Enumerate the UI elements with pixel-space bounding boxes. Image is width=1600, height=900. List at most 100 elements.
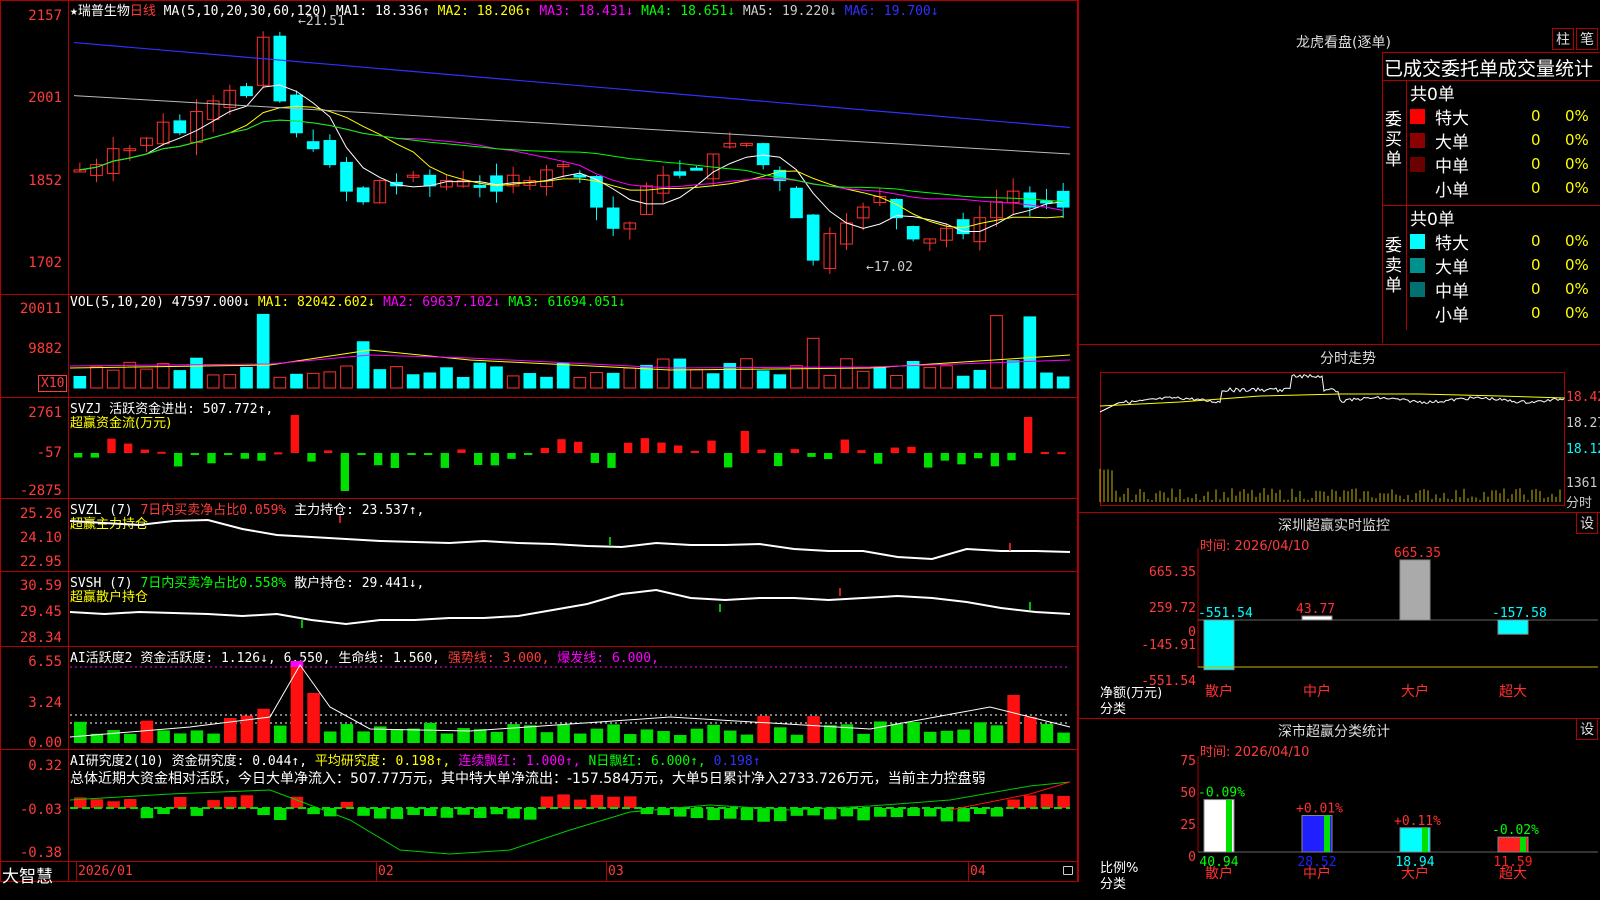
date-02[interactable]: 02 [378, 864, 394, 879]
fund-flow-bar [624, 442, 633, 453]
svzl-tick-2: 24.10 [19, 530, 62, 546]
activity-bar [674, 734, 687, 743]
fund-flow-bar [324, 450, 333, 453]
class-bar-accent [1422, 827, 1428, 852]
svsh-tick-3: 28.34 [19, 630, 62, 646]
volume-bar [223, 374, 237, 389]
research-bar [240, 795, 254, 808]
sz-class-settings-button[interactable]: 设 [1576, 718, 1598, 740]
buy-name: 中单 [1435, 156, 1469, 177]
fund-flow-bar [307, 453, 316, 462]
dragon-col-line [1406, 80, 1407, 330]
research-bar [257, 808, 270, 816]
date-tick-1 [76, 862, 77, 882]
activity-bar [290, 663, 304, 743]
volume-bar [1023, 316, 1037, 389]
fund-flow-bar [424, 453, 433, 455]
research-bar [1007, 799, 1020, 808]
sz-monitor-settings-button[interactable]: 设 [1576, 512, 1598, 534]
sz-class-tick-1: 75 [1180, 754, 1196, 769]
intraday-chart[interactable] [1099, 372, 1566, 506]
research-bar [874, 808, 887, 817]
ai-research-tick-2: -0.03 [19, 802, 62, 818]
ma5-line [79, 84, 1064, 232]
sell-name: 小单 [1435, 305, 1469, 326]
price-tick-3: 1852 [28, 173, 62, 189]
fund-flow-bar [1007, 453, 1016, 461]
price-tick-2: 2001 [28, 90, 62, 106]
candle-body [173, 120, 187, 134]
candle-body [340, 161, 353, 192]
activity-bar [1007, 695, 1020, 743]
fund-flow-bar [757, 449, 766, 453]
volume-bar [623, 367, 637, 389]
ai-research-tick-1: 0.32 [28, 758, 62, 774]
bar-mode-button[interactable]: 柱 [1552, 28, 1574, 50]
activity-bar [757, 715, 770, 743]
monitor-bar [1497, 619, 1529, 635]
monitor-bar [1203, 619, 1235, 671]
svzl-tick-1: 25.26 [19, 506, 62, 522]
activity-bar [774, 727, 787, 743]
candle-body [673, 171, 687, 176]
fund-flow-bar [374, 453, 383, 466]
monitor-bar-label: 43.77 [1296, 602, 1335, 617]
candle-body [806, 214, 820, 261]
ma30-line [79, 119, 1064, 203]
volume-bar [290, 373, 303, 389]
research-bar [907, 808, 920, 816]
monitor-bar [1399, 559, 1431, 621]
fund-flow-bar [857, 450, 866, 453]
svzj-tick-3: -2875 [19, 483, 62, 499]
candle-body [323, 140, 337, 166]
activity-bar [557, 724, 570, 743]
sz-class-tick-3: 25 [1180, 818, 1196, 833]
lock-icon[interactable] [1063, 866, 1073, 875]
fund-flow-bar [290, 415, 299, 453]
class-category-label: 散户 [1205, 865, 1233, 882]
fund-flow-bar [490, 453, 499, 466]
activity-bar [790, 734, 804, 743]
sz-class-xlabel: 分类 [1100, 877, 1127, 892]
pen-mode-button[interactable]: 笔 [1576, 28, 1598, 50]
research-bar [374, 808, 387, 819]
activity-bar [1057, 732, 1070, 743]
volume-bar [356, 341, 370, 389]
research-bar [757, 808, 770, 822]
volume-bar [606, 372, 620, 389]
intraday-tick-3: 18.12 [1566, 442, 1600, 457]
buy-row: 小单 0 0% [1410, 176, 1600, 201]
sell-pct: 0% [1565, 280, 1589, 298]
sell-row: 特大 0 0% [1410, 229, 1600, 254]
volume-bar [840, 358, 853, 389]
sell-swatch [1410, 257, 1425, 273]
sell-count: 0 [1531, 280, 1541, 298]
research-bar [824, 808, 837, 820]
candlestick-chart[interactable] [70, 16, 1076, 292]
activity-bar [907, 721, 920, 743]
candle-body [473, 184, 487, 188]
volume-bar [440, 367, 453, 389]
buy-swatch [1410, 132, 1425, 148]
activity-bar [357, 731, 370, 743]
activity-bar [74, 721, 87, 743]
candle-body [290, 94, 303, 134]
intraday-vol-tick: 1361 [1566, 476, 1598, 491]
fund-flow-bar [107, 438, 116, 453]
research-bar [674, 808, 687, 817]
activity-bar [590, 728, 604, 743]
volume-bar [206, 374, 220, 389]
intraday-title[interactable]: 分时走势 [1320, 348, 1376, 368]
date-04[interactable]: 04 [970, 864, 986, 879]
date-2026-01[interactable]: 2026/01 [78, 864, 133, 879]
fund-flow-bar [440, 453, 449, 468]
fund-flow-bar [990, 453, 999, 467]
research-bar [107, 801, 120, 808]
activity-bar [990, 725, 1004, 743]
volume-bar [1040, 372, 1053, 389]
dragon-title: 龙虎看盘(逐单) [1296, 35, 1391, 51]
class-category-label: 中户 [1303, 865, 1331, 882]
date-03[interactable]: 03 [608, 864, 624, 879]
activity-bar [857, 733, 870, 743]
research-bar [707, 808, 720, 821]
